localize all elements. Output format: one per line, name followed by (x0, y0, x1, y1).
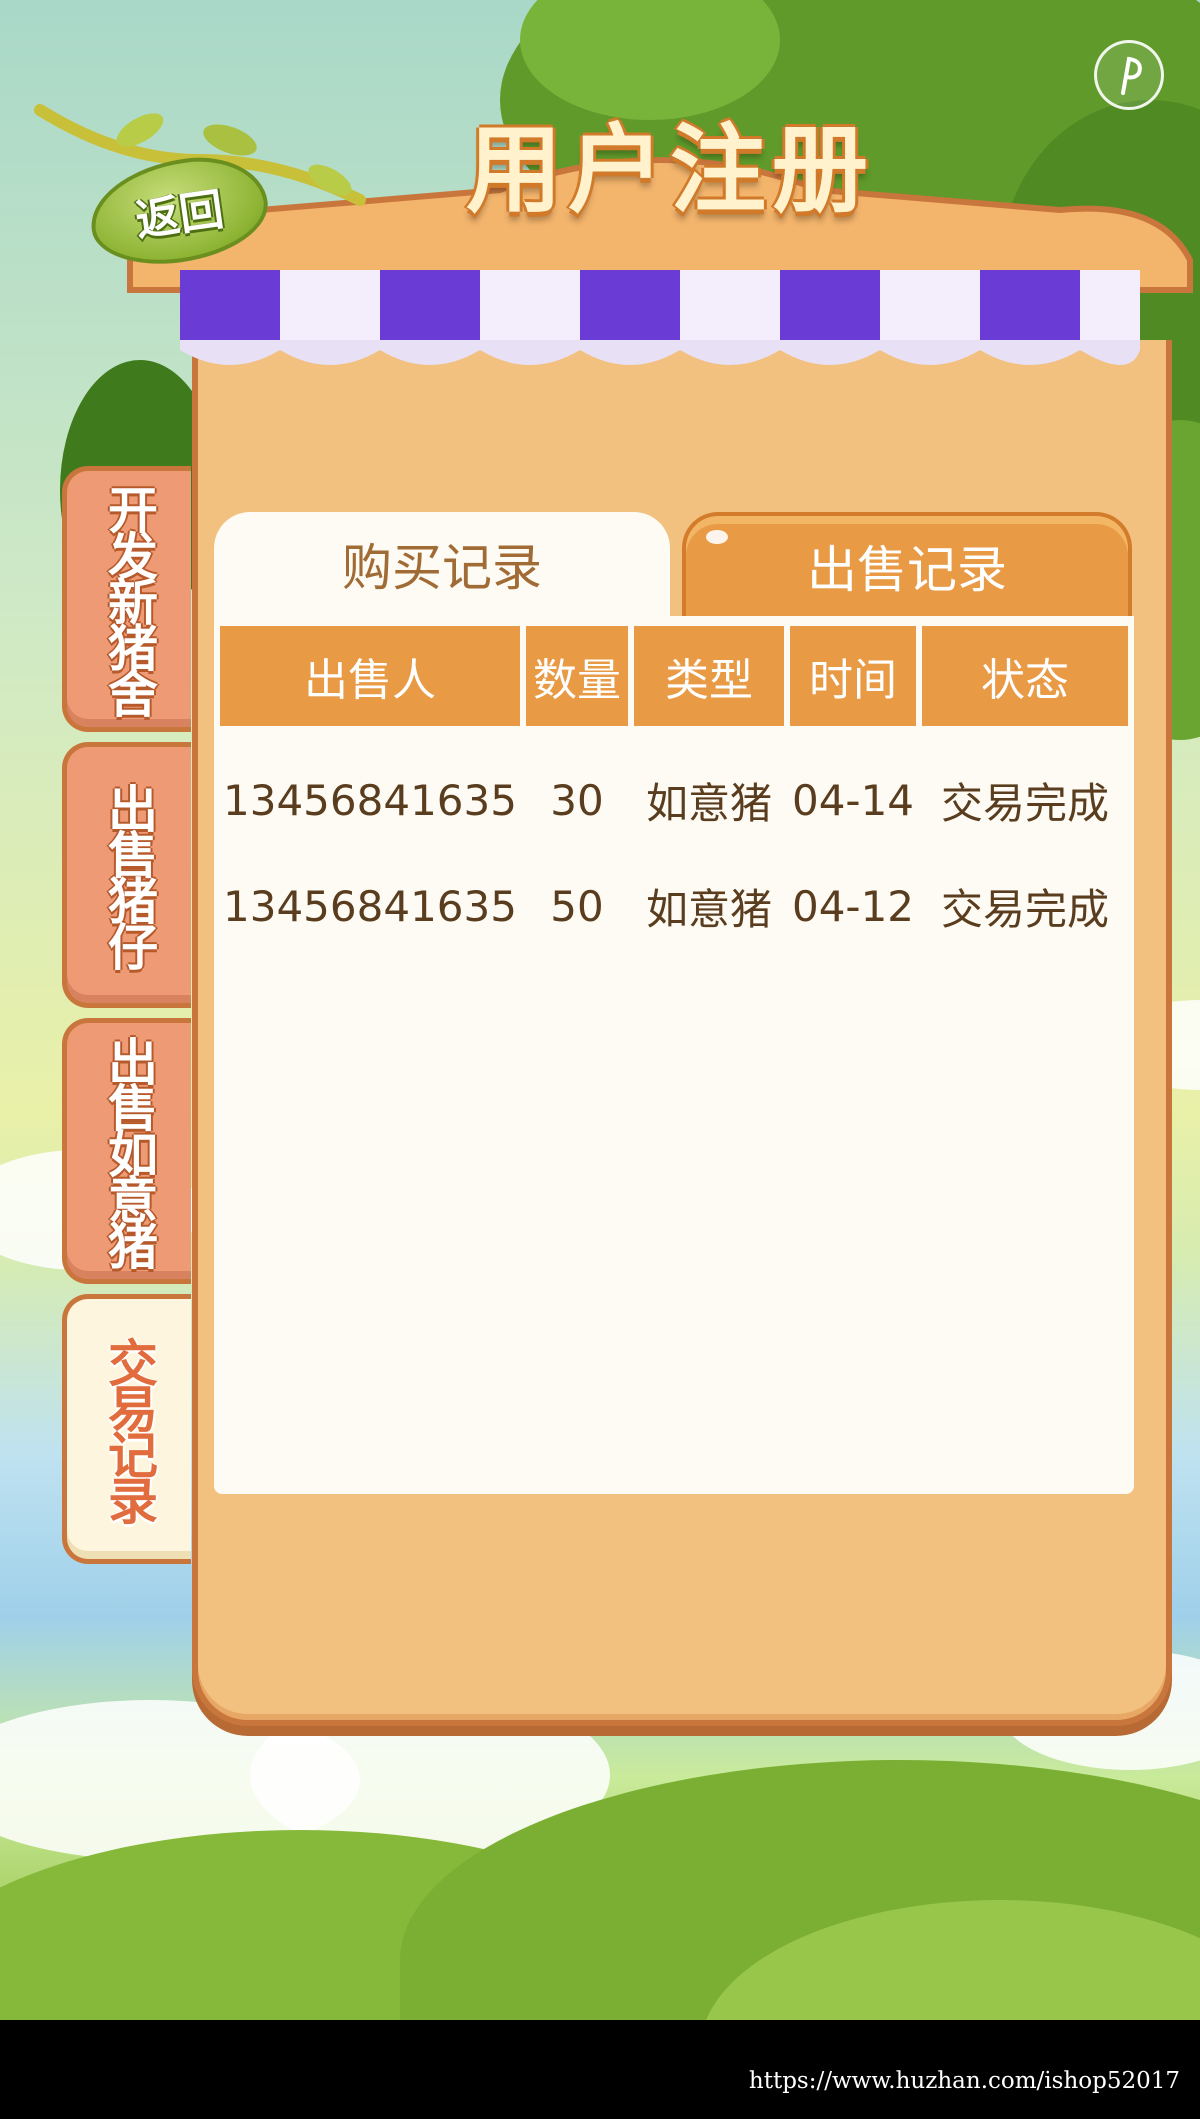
shine-decoration (706, 530, 728, 544)
tab-sale-records[interactable]: 出售记录 (682, 512, 1132, 616)
cell-quantity: 30 (550, 775, 604, 825)
records-table: 出售人 数量 类型 时间 状态 13456841635 30 如意猪 04-14… (214, 616, 1134, 1494)
cell-seller: 13456841635 (223, 881, 517, 931)
side-tab-sell-ruyi-pig[interactable]: 出售如意猪 (62, 1018, 191, 1284)
page-title: 用户注册 (466, 114, 874, 226)
watermark-text: https://www.huzhan.com/ishop52017 (748, 2068, 1180, 2094)
cell-type: 如意猪 (645, 884, 772, 934)
cell-status: 交易完成 (940, 778, 1109, 828)
side-tab-trade-records[interactable]: 交易记录 (62, 1294, 191, 1564)
column-header-time: 时间 (790, 626, 916, 726)
back-button-label: 返回 (132, 184, 227, 247)
side-tab-label: 交易记录 (100, 1337, 158, 1521)
side-tab-label: 出售猪仔 (100, 783, 158, 967)
cell-time: 04-12 (791, 881, 915, 931)
column-header-quantity: 数量 (526, 626, 628, 726)
side-tab-new-pigsty[interactable]: 开发新猪舍 (62, 466, 191, 732)
side-tab-label: 开发新猪舍 (100, 484, 158, 714)
cell-seller: 13456841635 (223, 775, 517, 825)
cell-status: 交易完成 (940, 884, 1109, 934)
column-header-seller: 出售人 (220, 626, 520, 726)
tab-label: 出售记录 (807, 541, 1007, 599)
side-tab-sell-piglet[interactable]: 出售猪仔 (62, 742, 191, 1008)
column-header-status: 状态 (922, 626, 1128, 726)
table-row: 13456841635 30 如意猪 04-14 交易完成 (220, 750, 1128, 850)
cell-time: 04-14 (791, 775, 915, 825)
column-header-type: 类型 (634, 626, 784, 726)
cell-type: 如意猪 (645, 778, 772, 828)
music-note-icon[interactable] (1094, 40, 1164, 110)
tab-label: 购买记录 (342, 539, 542, 597)
table-row: 13456841635 50 如意猪 04-12 交易完成 (220, 856, 1128, 956)
tab-purchase-records[interactable]: 购买记录 (214, 512, 670, 616)
cell-quantity: 50 (550, 881, 604, 931)
table-header: 出售人 数量 类型 时间 状态 (220, 626, 1128, 726)
side-tab-label: 出售如意猪 (100, 1036, 158, 1266)
